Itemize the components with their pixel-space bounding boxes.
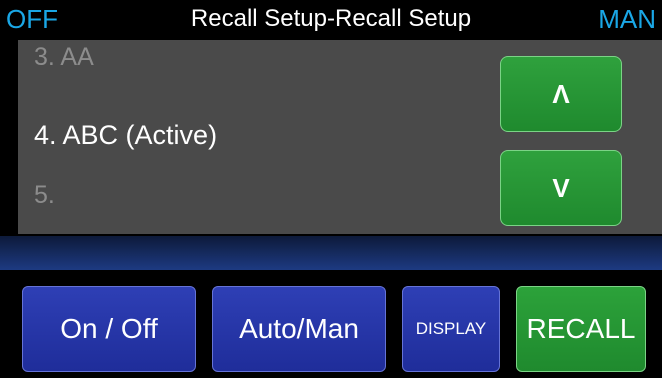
display-button[interactable]: DISPLAY <box>402 286 500 372</box>
mode-status: MAN <box>598 4 656 34</box>
scroll-down-button[interactable]: V <box>500 150 622 226</box>
scroll-up-button[interactable]: Λ <box>500 56 622 132</box>
instrument-screen: OFF Recall Setup-Recall Setup MAN 3. AA … <box>0 0 662 378</box>
chevron-down-icon: V <box>552 172 570 203</box>
recall-button[interactable]: RECALL <box>516 286 646 372</box>
list-item[interactable]: 3. AA <box>34 42 94 72</box>
on-off-button[interactable]: On / Off <box>22 286 196 372</box>
page-title: Recall Setup-Recall Setup <box>190 5 472 32</box>
setup-list-panel: 3. AA 4. ABC (Active) 5. Λ V <box>18 40 662 234</box>
status-bar <box>0 236 662 270</box>
on-off-label: On / Off <box>60 313 158 344</box>
chevron-up-icon: Λ <box>552 78 570 109</box>
header-bar: OFF Recall Setup-Recall Setup MAN <box>0 0 662 38</box>
auto-man-label: Auto/Man <box>239 313 359 344</box>
list-item[interactable]: 5. <box>34 180 55 210</box>
recall-label: RECALL <box>526 313 636 344</box>
list-item-active[interactable]: 4. ABC (Active) <box>34 120 217 150</box>
display-label: DISPLAY <box>415 319 487 338</box>
auto-man-button[interactable]: Auto/Man <box>212 286 386 372</box>
